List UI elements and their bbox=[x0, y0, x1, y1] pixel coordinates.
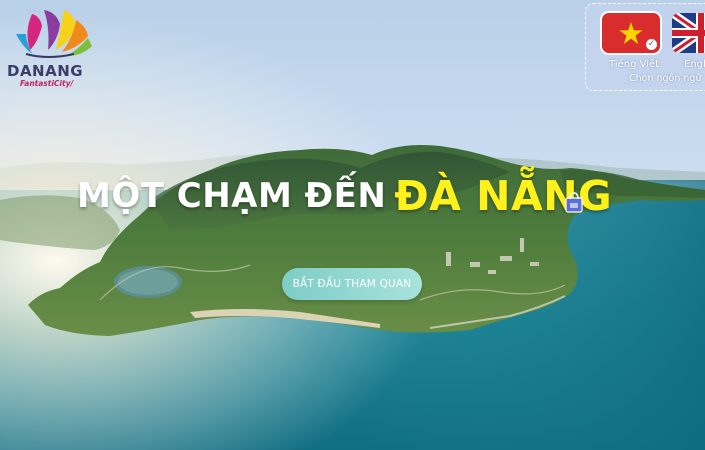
language-label-english[interactable]: English bbox=[684, 59, 705, 70]
start-tour-button[interactable]: BẮT ĐẦU THAM QUAN bbox=[282, 268, 422, 300]
language-hint: Chọn ngôn ngữ bbox=[629, 73, 702, 84]
language-selector: ✓ Tiếng Việt English Chọn ngôn ngữ bbox=[585, 3, 705, 91]
shopping-bag-icon[interactable] bbox=[564, 191, 584, 213]
language-label-vietnamese[interactable]: Tiếng Việt bbox=[609, 59, 659, 70]
brand-name: DANANG bbox=[7, 62, 84, 80]
check-icon: ✓ bbox=[646, 39, 657, 50]
language-option-vietnamese[interactable]: ✓ bbox=[602, 13, 660, 53]
language-option-english[interactable] bbox=[672, 13, 705, 53]
headline-white-text: MỘT CHẠM ĐẾN bbox=[77, 176, 387, 216]
hero-headline: MỘT CHẠM ĐẾN ĐÀ NẴNG bbox=[77, 172, 612, 222]
uk-flag-icon bbox=[672, 13, 705, 53]
brand-tagline: FantastiCity/ bbox=[20, 79, 74, 88]
